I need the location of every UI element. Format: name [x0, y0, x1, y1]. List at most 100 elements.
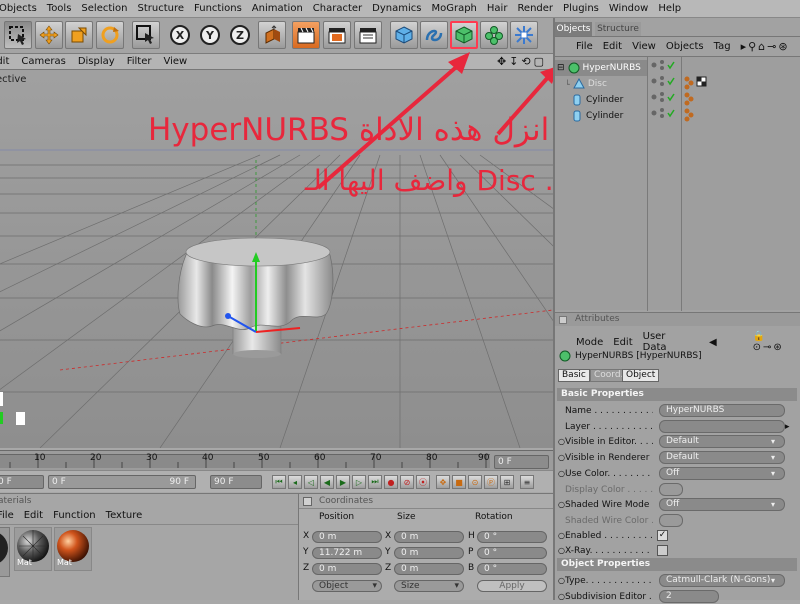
record-position-button[interactable]: ✥ [436, 475, 450, 489]
coordinate-system-button[interactable] [258, 21, 286, 49]
y-axis-lock[interactable]: Y [196, 21, 224, 49]
position-x-field[interactable]: 0 m [312, 531, 382, 543]
objects-menu-edit[interactable]: Edit [598, 41, 627, 52]
display-color-swatch[interactable] [659, 483, 683, 496]
menu-render[interactable]: Render [512, 3, 558, 14]
size-z-field[interactable]: 0 m [394, 563, 464, 575]
render-picture-viewer-button[interactable] [354, 21, 382, 49]
animate-dot-icon[interactable]: ○ [558, 531, 565, 540]
apply-button[interactable]: Apply [477, 580, 547, 592]
attributes-menu-mode[interactable]: Mode [571, 337, 608, 348]
menu-objects[interactable]: Objects [0, 3, 42, 14]
objects-menu-tag[interactable]: Tag [709, 41, 736, 52]
record-pla-button[interactable]: ⊞ [500, 475, 514, 489]
timeline-options-button[interactable]: ≡ [520, 475, 534, 489]
collapse-icon[interactable]: ⊟ [557, 63, 565, 73]
step-forward-button[interactable]: ▷ [352, 475, 366, 489]
subdivision-type-select[interactable]: Catmull-Clark (N-Gons) [659, 574, 785, 587]
menu-tools[interactable]: Tools [42, 3, 77, 14]
animate-dot-icon[interactable]: ○ [558, 453, 565, 462]
animate-dot-icon[interactable]: ○ [558, 437, 565, 446]
menu-functions[interactable]: Functions [189, 3, 247, 14]
x-axis-lock[interactable]: X [166, 21, 194, 49]
materials-menu-texture[interactable]: Texture [101, 510, 148, 521]
size-y-field[interactable]: 0 m [394, 547, 464, 559]
render-view-button[interactable] [292, 21, 320, 49]
materials-tab[interactable]: aterials [0, 496, 32, 506]
rotation-p-field[interactable]: 0 ° [477, 547, 547, 559]
record-button[interactable]: ● [384, 475, 398, 489]
tab-objects[interactable]: Objects [555, 22, 592, 36]
viewport-menu-edit[interactable]: Edit [0, 56, 15, 67]
add-array-button[interactable] [480, 21, 508, 49]
record-parameter-button[interactable]: Ⓟ [484, 475, 498, 489]
menu-character[interactable]: Character [308, 3, 367, 14]
coordinates-panel-checkbox[interactable] [303, 497, 312, 506]
previous-key-button[interactable]: ◂ [288, 475, 302, 489]
animate-dot-icon[interactable]: ○ [558, 469, 565, 478]
viewport-menu-view[interactable]: View [157, 56, 193, 67]
visibility-dots[interactable] [649, 59, 681, 127]
go-to-end-button[interactable]: ⏭ [368, 475, 382, 489]
visible-in-renderer-select[interactable]: Default [659, 451, 785, 464]
menu-dynamics[interactable]: Dynamics [367, 3, 426, 14]
record-rotation-button[interactable]: ⊙ [468, 475, 482, 489]
shaded-wire-color-swatch[interactable] [659, 514, 683, 527]
tree-item-disc[interactable]: └ Disc [555, 76, 647, 92]
add-deformer-button[interactable] [510, 21, 538, 49]
position-z-field[interactable]: 0 m [312, 563, 382, 575]
animate-dot-icon[interactable]: ○ [558, 546, 565, 555]
autokey-button[interactable]: ⊘ [400, 475, 414, 489]
coordinate-mode-select[interactable]: Object ▾ [312, 580, 382, 592]
timeline-ruler[interactable]: 0 10 20 30 40 50 60 70 80 90 0 F [0, 450, 553, 470]
size-mode-select[interactable]: Size ▾ [394, 580, 464, 592]
record-scale-button[interactable]: ■ [452, 475, 466, 489]
viewport-menu-filter[interactable]: Filter [121, 56, 158, 67]
animate-dot-icon[interactable]: ○ [558, 576, 565, 585]
frame-range-field[interactable]: 0 F 90 F [48, 475, 196, 489]
objects-menu-file[interactable]: File [571, 41, 598, 52]
layer-arrow-icon[interactable]: ▸ [785, 422, 790, 432]
size-x-field[interactable]: 0 m [394, 531, 464, 543]
current-frame-field[interactable]: 0 F [494, 455, 549, 469]
viewport-menu-cameras[interactable]: Cameras [15, 56, 71, 67]
tab-basic[interactable]: Basic [558, 369, 590, 382]
visible-in-editor-select[interactable]: Default [659, 435, 785, 448]
move-tool[interactable] [35, 21, 63, 49]
scale-tool[interactable] [65, 21, 93, 49]
tree-item-cylinder[interactable]: Cylinder [555, 108, 647, 124]
layer-field[interactable] [659, 420, 785, 433]
shaded-wire-mode-select[interactable]: Off [659, 498, 785, 511]
max-frame-field[interactable]: 90 F [210, 475, 262, 489]
z-axis-lock[interactable]: Z [226, 21, 254, 49]
play-button[interactable]: ▶ [336, 475, 350, 489]
name-field[interactable]: HyperNURBS [659, 404, 785, 417]
attributes-panel-checkbox[interactable] [559, 316, 567, 324]
last-tool-button[interactable] [132, 21, 160, 49]
menu-animation[interactable]: Animation [247, 3, 308, 14]
menu-mograph[interactable]: MoGraph [426, 3, 481, 14]
objects-toolbar-icons[interactable]: ▸⚲⌂⊸⊛ [736, 40, 795, 53]
objects-menu-objects[interactable]: Objects [661, 41, 709, 52]
materials-menu-edit[interactable]: Edit [19, 510, 48, 521]
attributes-toolbar-icons[interactable]: 🔒⊙⊸⊛ [748, 331, 800, 353]
position-y-field[interactable]: 11.722 m [312, 547, 382, 559]
rotation-h-field[interactable]: 0 ° [477, 531, 547, 543]
material-swatch-partial[interactable] [0, 527, 10, 577]
add-cube-button[interactable] [390, 21, 418, 49]
live-selection-tool[interactable] [4, 21, 32, 49]
material-swatch[interactable]: Mat [54, 527, 92, 571]
animate-dot-icon[interactable]: ○ [558, 500, 565, 509]
play-backward-button[interactable]: ◀ [320, 475, 334, 489]
menu-selection[interactable]: Selection [76, 3, 132, 14]
back-arrow-icon[interactable]: ◀ [704, 337, 722, 348]
rotation-b-field[interactable]: 0 ° [477, 563, 547, 575]
attributes-menu-edit[interactable]: Edit [608, 337, 637, 348]
viewport-menu-display[interactable]: Display [72, 56, 121, 67]
menu-plugins[interactable]: Plugins [558, 3, 604, 14]
enabled-checkbox[interactable]: ✓ [657, 530, 668, 541]
menu-hair[interactable]: Hair [482, 3, 513, 14]
render-region-button[interactable] [323, 21, 351, 49]
viewport-navigation-icons[interactable]: ✥↧⟲▢ [491, 55, 553, 68]
menu-help[interactable]: Help [653, 3, 686, 14]
